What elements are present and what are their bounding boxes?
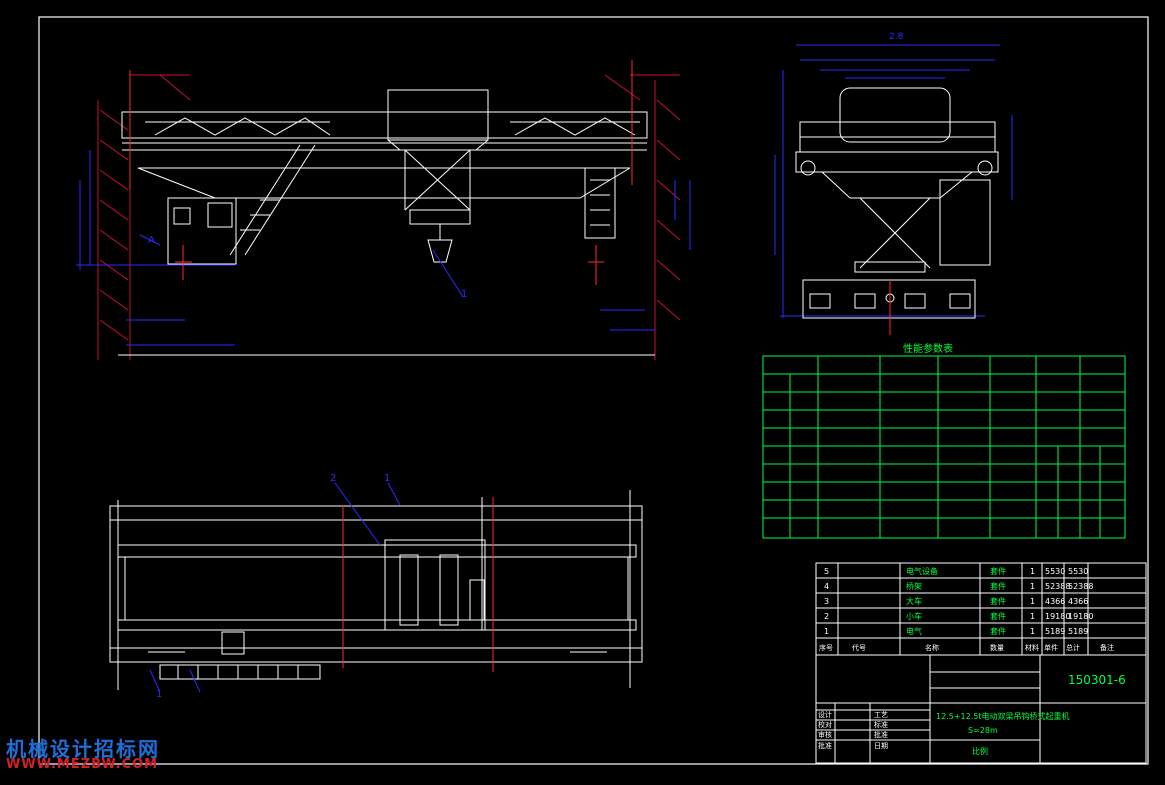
perf-table-title: 性能参数表 <box>903 342 953 355</box>
bom-no: 2 <box>824 612 829 621</box>
bom-header-cell: 数量 <box>990 643 1004 652</box>
front-center-lines <box>129 60 633 285</box>
plan-leaders <box>149 482 401 693</box>
bom-name: 桥架 <box>906 581 922 591</box>
bom-no: 3 <box>824 597 829 606</box>
side-dimension-lines <box>774 44 1013 318</box>
bom-weight: 52388 <box>1045 582 1070 591</box>
bom-weight: 19180 <box>1045 612 1070 621</box>
signoff-label: 工艺 <box>874 711 888 719</box>
plan-part-label-1b: 1 <box>156 689 162 700</box>
signoff-label: 批准 <box>874 730 888 739</box>
bom-name: 电气设备 <box>906 566 938 576</box>
bom-header-cell: 备注 <box>1100 643 1114 652</box>
left-wall-hatch <box>97 74 191 360</box>
bom-unit: 套件 <box>990 581 1006 591</box>
signoff-label: 审核 <box>818 730 832 739</box>
bom-unit: 套件 <box>990 611 1006 621</box>
bom-qty: 1 <box>1030 597 1035 606</box>
plan-view: 2 1 1 <box>109 473 643 700</box>
bom-total: 5530 <box>1068 567 1088 576</box>
bridge-girder <box>118 89 655 356</box>
side-structure <box>795 87 999 319</box>
section-label-a: A <box>148 235 155 246</box>
plan-part-label-2: 2 <box>330 473 336 484</box>
bom-qty: 1 <box>1030 612 1035 621</box>
performance-table: 性能参数表 <box>762 342 1126 539</box>
plan-part-label-1a: 1 <box>384 473 390 484</box>
perf-table-grid <box>762 355 1126 539</box>
signoff-label: 批准 <box>818 741 832 750</box>
bom-weight: 5530 <box>1045 567 1065 576</box>
drawing-number: 150301-6 <box>1068 673 1126 687</box>
side-top-dimension: 2.8 <box>889 32 904 42</box>
drawing-subtitle: S=28m <box>968 726 998 735</box>
side-elevation-view: 2.8 <box>774 32 1013 335</box>
right-wall-hatch <box>604 74 681 360</box>
bom-total: 52388 <box>1068 582 1093 591</box>
bom-unit: 套件 <box>990 596 1006 606</box>
bom-header-row: 序号 代号 名称 数量 材料 单件 总计 备注 <box>819 643 1114 652</box>
bom-qty: 1 <box>1030 567 1035 576</box>
bom-name: 小车 <box>906 611 922 621</box>
bom-no: 1 <box>824 627 829 636</box>
watermark-url: WWW.MEZBW.COM <box>6 757 159 772</box>
bom-header-cell: 序号 <box>819 643 833 652</box>
bom-total: 4366 <box>1068 597 1088 606</box>
bom-header-cell: 名称 <box>925 643 939 652</box>
title-block: 5 电气设备 套件 1 5530 5530 4 桥架 套件 1 52388 52… <box>815 562 1147 764</box>
bom-weight: 4366 <box>1045 597 1065 606</box>
signoff-label: 标准 <box>874 720 888 729</box>
drawing-title: 12.5+12.5t电动双梁吊钩桥式起重机 <box>936 711 1069 721</box>
bom-header-cell: 单件 <box>1044 643 1058 652</box>
bom-qty: 1 <box>1030 627 1035 636</box>
signoff-label: 校对 <box>818 720 832 729</box>
signoff-label: 设计 <box>818 710 832 719</box>
bom-no: 4 <box>824 582 829 591</box>
bom-weight: 5189 <box>1045 627 1065 636</box>
bom-name: 电气 <box>906 626 922 636</box>
cad-drawing: 1 A 2.8 性能参数表 2 1 1 5 电气设备 套件 1 5530 553… <box>38 16 1149 765</box>
bom-total: 5189 <box>1068 627 1088 636</box>
bom-name: 大车 <box>906 596 922 606</box>
bom-header-cell: 总计 <box>1066 643 1080 652</box>
plan-structure <box>109 490 643 690</box>
bom-unit: 套件 <box>990 626 1006 636</box>
bom-total: 19180 <box>1068 612 1093 621</box>
scale-label: 比例 <box>972 746 988 756</box>
signoff-label: 日期 <box>874 742 888 750</box>
front-elevation-view: 1 A <box>76 60 691 360</box>
front-part-label: 1 <box>461 289 467 300</box>
bom-header-cell: 代号 <box>852 643 866 652</box>
bom-qty: 1 <box>1030 582 1035 591</box>
bom-table: 5 电气设备 套件 1 5530 5530 4 桥架 套件 1 52388 52… <box>824 566 1093 636</box>
bom-header-cell: 材料 <box>1025 643 1039 652</box>
bom-unit: 套件 <box>990 566 1006 576</box>
bom-no: 5 <box>824 567 829 576</box>
